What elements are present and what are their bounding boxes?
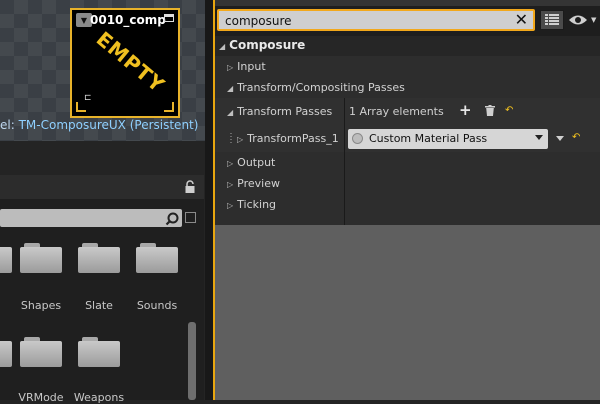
array-count: 1 Array elements: [349, 105, 444, 118]
circle-icon: [352, 133, 363, 144]
reset-to-default-icon[interactable]: ↶: [505, 105, 513, 116]
dropdown-value: Custom Material Pass: [369, 132, 488, 145]
column-splitter[interactable]: [344, 98, 345, 225]
plug-icon: ⊏: [84, 93, 92, 103]
category-composure[interactable]: ◢ Composure: [215, 36, 600, 56]
property-row-transform-pass-1[interactable]: ▷ TransformPass_1 Custom Material Pass ↶: [215, 125, 600, 152]
property-label: ▷ TransformPass_1: [237, 132, 339, 145]
lock-icon[interactable]: [184, 180, 196, 194]
reset-to-default-icon[interactable]: ↶: [572, 132, 580, 143]
property-label: ▷ Output: [227, 156, 276, 169]
folder-icon[interactable]: [20, 337, 62, 367]
collapsed-arrow-icon: ▷: [227, 63, 234, 72]
property-label: ◢ Transform/Compositing Passes: [227, 81, 405, 94]
property-label: ▷ Preview: [227, 177, 280, 190]
content-browser: er Shapes Slate Sounds VRMode Weapons: [0, 175, 204, 404]
property-row-transform-compositing[interactable]: ◢ Transform/Compositing Passes: [215, 77, 600, 98]
folder-label: VRMode: [18, 391, 64, 404]
expanded-arrow-icon: ◢: [227, 84, 234, 93]
property-label: ◢ Transform Passes: [227, 105, 333, 118]
search-icon[interactable]: [165, 212, 179, 226]
corner-marker: [76, 102, 86, 112]
composure-preview-card[interactable]: ▼ 0010_comp EMPTY ⊏: [70, 8, 180, 118]
collapsed-arrow-icon: ▷: [227, 201, 234, 210]
vertical-scrollbar[interactable]: [188, 322, 196, 400]
details-search-bar: composure ✕ ▼: [215, 6, 600, 36]
level-label: el: TM-ComposureUX (Persistent): [0, 118, 198, 132]
folder-icon[interactable]: [78, 337, 120, 367]
folder-icon[interactable]: [0, 243, 12, 273]
property-label: ▷ Input: [227, 60, 266, 73]
level-prefix: el:: [0, 118, 15, 132]
property-label: ▷ Ticking: [227, 198, 277, 211]
card-title: 0010_comp: [90, 13, 166, 27]
grid-icon: [545, 14, 559, 25]
folder-label: Sounds: [136, 299, 178, 312]
save-search-icon[interactable]: [185, 212, 196, 223]
corner-marker: [164, 102, 174, 112]
property-row-preview[interactable]: ▷ Preview: [215, 173, 600, 194]
property-matrix-button[interactable]: [540, 10, 564, 30]
folder-icon[interactable]: [78, 243, 120, 273]
eye-icon[interactable]: [568, 14, 588, 26]
chevron-down-icon[interactable]: ▼: [591, 16, 596, 24]
chevron-down-icon: [535, 135, 543, 140]
expanded-arrow-icon: ◢: [227, 108, 234, 117]
property-row-input[interactable]: ▷ Input: [215, 56, 600, 77]
folder-icon[interactable]: [0, 337, 12, 367]
window-icon[interactable]: [164, 14, 174, 22]
drag-handle-icon[interactable]: [229, 132, 233, 145]
folder-label: Weapons: [73, 391, 125, 404]
pass-class-dropdown[interactable]: Custom Material Pass: [348, 129, 548, 149]
collapsed-arrow-icon: ▷: [227, 180, 234, 189]
details-search-input[interactable]: composure ✕: [217, 9, 535, 31]
property-row-ticking[interactable]: ▷ Ticking: [215, 194, 600, 215]
level-name: TM-ComposureUX (Persistent): [18, 118, 199, 132]
add-element-button[interactable]: +: [459, 101, 472, 119]
collapsed-arrow-icon: ▷: [227, 159, 234, 168]
category-label: ◢ Composure: [219, 38, 306, 52]
content-browser-header: [0, 175, 204, 199]
folder-icon[interactable]: [20, 243, 62, 273]
search-value: composure: [225, 14, 292, 28]
panel-splitter[interactable]: [205, 0, 213, 400]
expanded-arrow-icon: ◢: [219, 42, 226, 51]
empty-row: [215, 215, 600, 225]
folder-label: Shapes: [20, 299, 62, 312]
clear-search-icon[interactable]: ✕: [515, 11, 528, 29]
folder-icon[interactable]: [136, 243, 178, 273]
asset-search-input[interactable]: [0, 209, 182, 227]
folder-label: Slate: [85, 299, 113, 312]
chevron-down-icon[interactable]: [556, 136, 564, 141]
empty-status-label: EMPTY: [91, 26, 170, 98]
property-row-transform-passes[interactable]: ◢ Transform Passes 1 Array elements + ↶: [215, 98, 600, 125]
details-panel: composure ✕ ▼ ◢ Composure ▷ Input ◢ Tran…: [213, 0, 600, 400]
trash-icon[interactable]: [485, 105, 495, 116]
collapsed-arrow-icon: ▷: [237, 135, 244, 144]
level-viewport[interactable]: ▼ 0010_comp EMPTY ⊏ el: TM-ComposureUX (…: [0, 0, 212, 141]
property-row-output[interactable]: ▷ Output: [215, 152, 600, 173]
